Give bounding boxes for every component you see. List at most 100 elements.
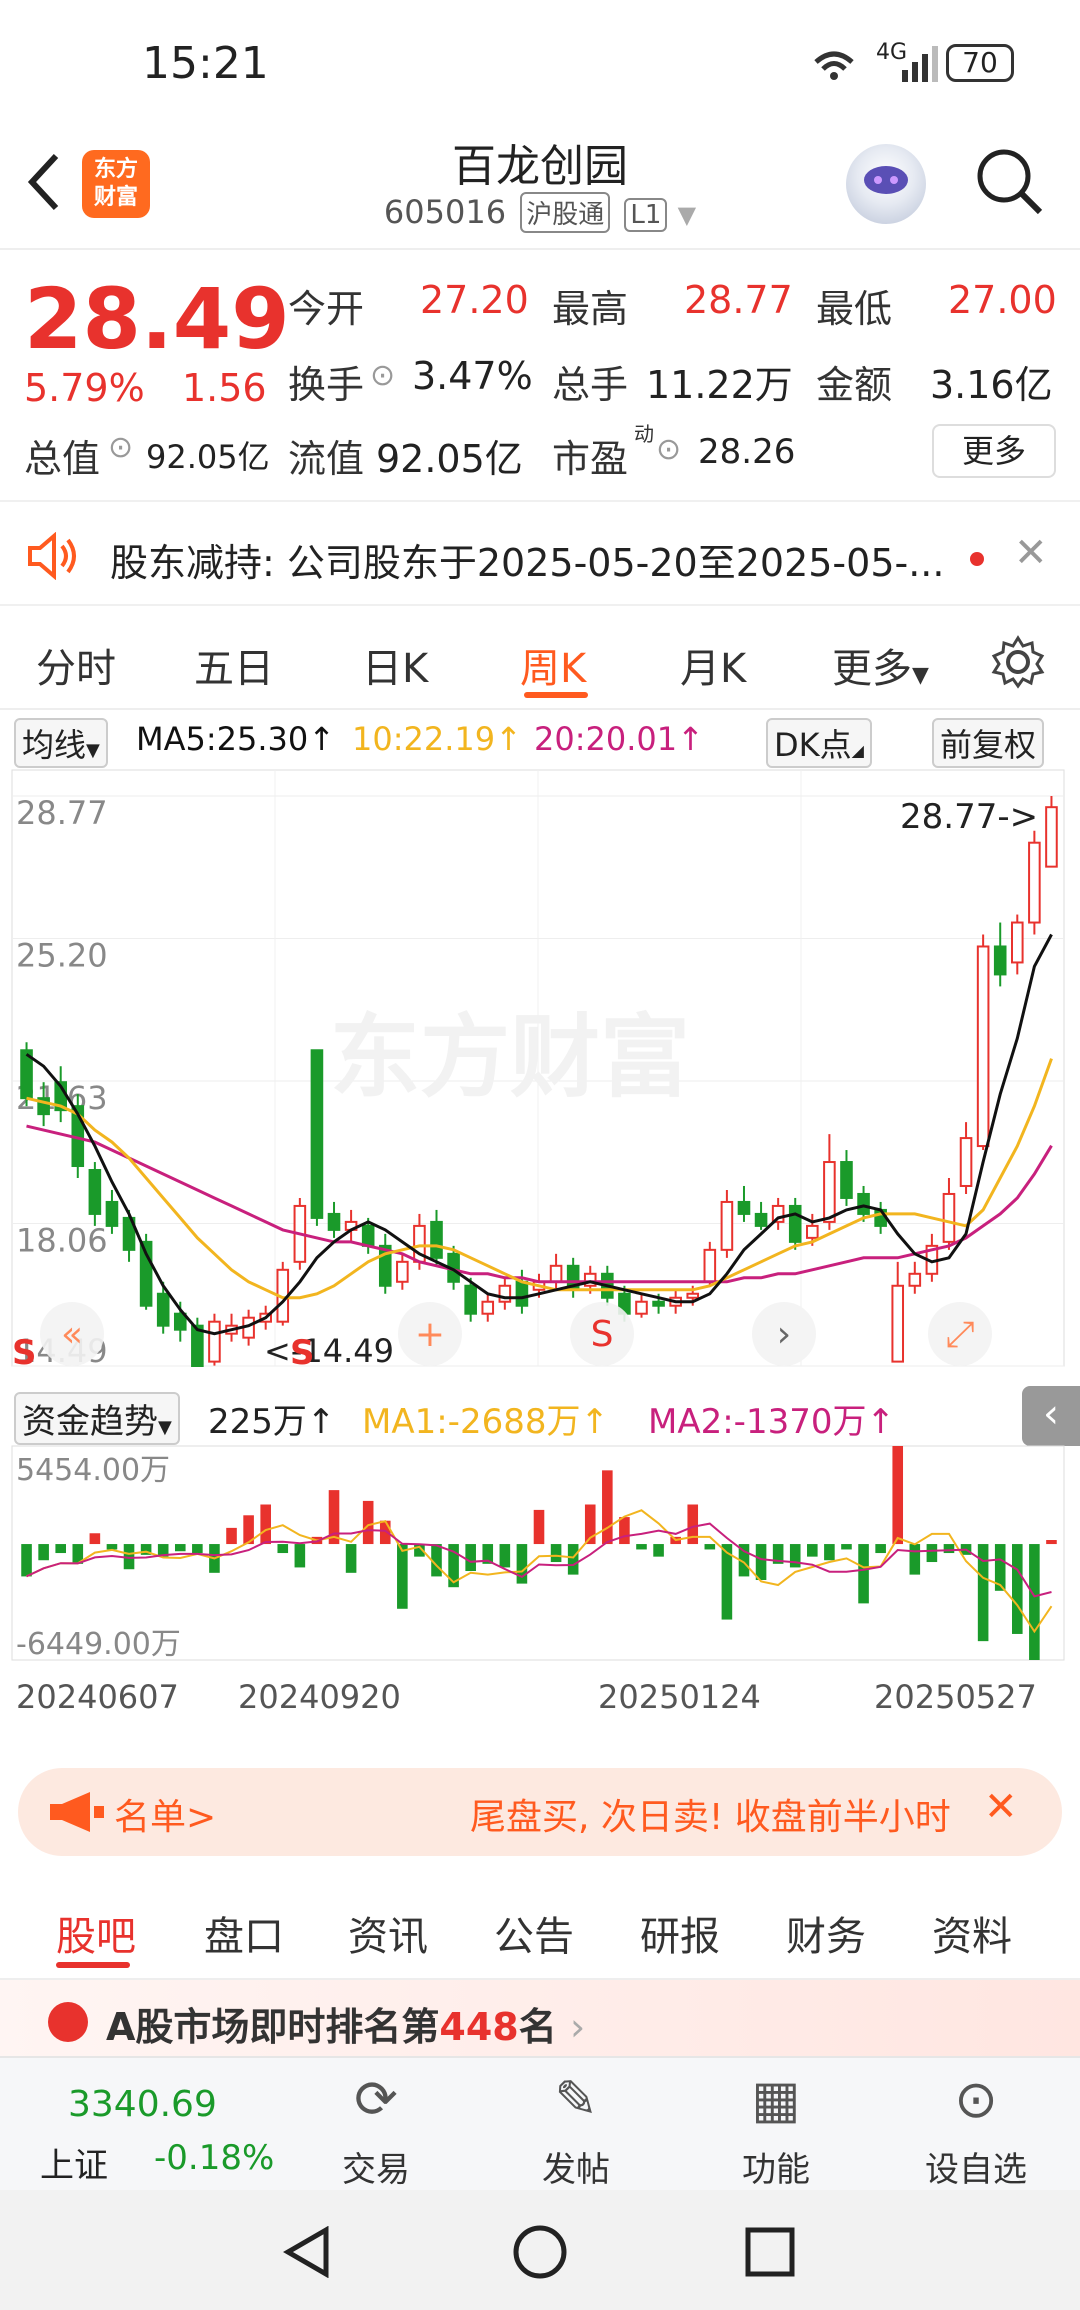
corner-arrow-icon: ◢ (851, 741, 864, 760)
candle-body (840, 1161, 853, 1199)
tab-finance[interactable]: 财务 (786, 1904, 866, 1962)
indicator-selector[interactable]: 资金趋势▼ (14, 1392, 180, 1445)
fund-bar (397, 1544, 408, 1609)
candle-body (652, 1300, 665, 1307)
tab-orderbook[interactable]: 盘口 (204, 1904, 284, 1962)
tab-monthly-k[interactable]: 月K (680, 636, 746, 694)
sell-signal-mark: S (290, 1333, 315, 1373)
post-icon[interactable]: ✎ (506, 2070, 646, 2130)
k-line-chart[interactable]: 28.7725.2021.6318.0614.49东方财富28.77-><-14… (0, 768, 1080, 1373)
fund-bar (499, 1544, 511, 1568)
fund-trend-bar: 资金趋势▼ 225万↑ MA1:-2688万↑ MA2:-1370万↑ ‹ (0, 1386, 1080, 1446)
pe-value: 28.26 (698, 432, 796, 472)
turnover-label: 换手 (288, 363, 365, 407)
fund-bar (533, 1509, 545, 1545)
nav-home-icon[interactable] (512, 2224, 568, 2280)
candle-body (806, 1224, 819, 1239)
promo-banner[interactable]: 名单> 尾盘买, 次日卖! 收盘前半小时 ✕ (18, 1768, 1062, 1856)
nav-recents-icon[interactable] (744, 2226, 796, 2278)
last-price: 28.49 (24, 270, 290, 368)
dk-point-button[interactable]: DK点◢ (766, 718, 872, 768)
candle-body (891, 1284, 905, 1363)
more-quote-button[interactable]: 更多 (932, 424, 1056, 478)
notice-bar[interactable]: 股东减持: 公司股东于2025-05-20至2025-05-... ✕ (0, 500, 1080, 606)
close-icon[interactable]: ✕ (984, 1784, 1018, 1830)
quote-panel: 28.49 5.79% 1.56 总值 ⊙ 92.05亿 今开 27.20 最高… (0, 250, 1080, 500)
stock-code: 605016 (383, 193, 507, 231)
fund-bar (550, 1544, 562, 1563)
robot-assistant-icon[interactable] (846, 144, 926, 224)
low-value: 27.00 (948, 278, 1057, 322)
info-icon[interactable]: ⊙ (370, 358, 395, 393)
tab-intraday[interactable]: 分时 (36, 636, 116, 694)
info-icon[interactable]: ⊙ (656, 432, 681, 467)
tab-weekly-k[interactable]: 周K (520, 636, 586, 694)
caret-down-icon: ▼ (86, 740, 100, 761)
tag-level: L1 (624, 198, 668, 232)
chevron-right-icon: › (570, 2005, 586, 2049)
mcap-label: 总值 (24, 437, 101, 481)
candle-body (396, 1260, 409, 1283)
index-widget[interactable]: 3340.69 上证 -0.18% (24, 2058, 284, 2192)
fund-bar (106, 1544, 118, 1550)
search-icon[interactable] (974, 146, 1046, 218)
dk-point-label: DK点 (774, 726, 852, 764)
nav-back-icon[interactable] (282, 2226, 332, 2278)
tab-research[interactable]: 研报 (640, 1904, 720, 1962)
change-value: 1.56 (182, 366, 267, 410)
open-value: 27.20 (420, 278, 529, 322)
tab-announcements[interactable]: 公告 (494, 1904, 574, 1962)
side-collapse-button[interactable]: ‹ (1022, 1386, 1080, 1446)
active-tab-indicator (524, 692, 588, 698)
high-label: 最高 (552, 287, 629, 331)
fund-ma2: MA2:-1370万↑ (648, 1402, 895, 1442)
trade-button[interactable]: 交易 (306, 2142, 446, 2191)
scroll-right-button-glyph: › (777, 1314, 791, 1355)
fund-bar (807, 1544, 818, 1557)
tag-hk-connect: 沪股通 (520, 192, 611, 233)
more-circle-icon[interactable]: ⊙ (906, 2070, 1046, 2130)
fund-trend-chart[interactable]: 5454.00万 -6449.00万 20240607 20240920 2025012… (0, 1444, 1080, 1750)
fund-bar (636, 1544, 647, 1550)
candle-body (1045, 806, 1058, 868)
ma-selector[interactable]: 均线▼ (14, 718, 108, 768)
tab-guba[interactable]: 股吧 (56, 1904, 136, 1962)
market-rank-row[interactable]: A股市场即时排名第448名 › (0, 1980, 1080, 2056)
tab-profile[interactable]: 资料 (932, 1904, 1012, 1962)
indicator-selector-label: 资金趋势 (22, 1402, 158, 1442)
candle-body (105, 1200, 119, 1227)
candle-body (327, 1212, 341, 1231)
tab-daily-k[interactable]: 日K (362, 636, 428, 694)
grid-icon[interactable]: ▦ (706, 2070, 846, 2130)
function-button[interactable]: 功能 (706, 2142, 846, 2191)
fund-bar (1011, 1544, 1023, 1634)
x-tick-label: 20240920 (238, 1678, 401, 1716)
candle-body (703, 1248, 717, 1283)
post-button[interactable]: 发帖 (506, 2142, 646, 2191)
battery-icon: 70 (946, 44, 1014, 82)
candle-body (430, 1220, 443, 1259)
fund-bar (1046, 1540, 1057, 1545)
tab-news[interactable]: 资讯 (348, 1904, 428, 1962)
fund-bar (1029, 1544, 1040, 1660)
tab-five-day[interactable]: 五日 (194, 636, 274, 694)
info-icon[interactable]: ⊙ (108, 430, 133, 465)
fund-bar (789, 1544, 801, 1568)
chart-indicator-bar: 均线▼ MA5:25.30↑ 10:22.19↑ 20:20.01↑ DK点◢ … (0, 712, 1080, 768)
float-label: 流值 (288, 437, 365, 481)
candle-body (737, 1200, 751, 1215)
fund-bar (38, 1544, 49, 1561)
fund-bar (704, 1544, 716, 1550)
candle-body (788, 1204, 802, 1243)
add-watchlist-button[interactable]: 设自选 (906, 2142, 1046, 2191)
gear-icon[interactable] (990, 634, 1046, 690)
tab-more-label: 更多 (832, 646, 912, 692)
adjust-button[interactable]: 前复权 (932, 718, 1045, 768)
candle-body (720, 1200, 734, 1251)
close-icon[interactable]: ✕ (1014, 530, 1048, 576)
tab-more[interactable]: 更多▼ (832, 636, 929, 694)
trade-icon[interactable]: ⟳ (306, 2070, 446, 2130)
turnover-value: 3.47% (412, 354, 533, 398)
fund-ma1: MA1:-2688万↑ (362, 1402, 609, 1442)
mcap-value: 92.05亿 (146, 438, 270, 476)
